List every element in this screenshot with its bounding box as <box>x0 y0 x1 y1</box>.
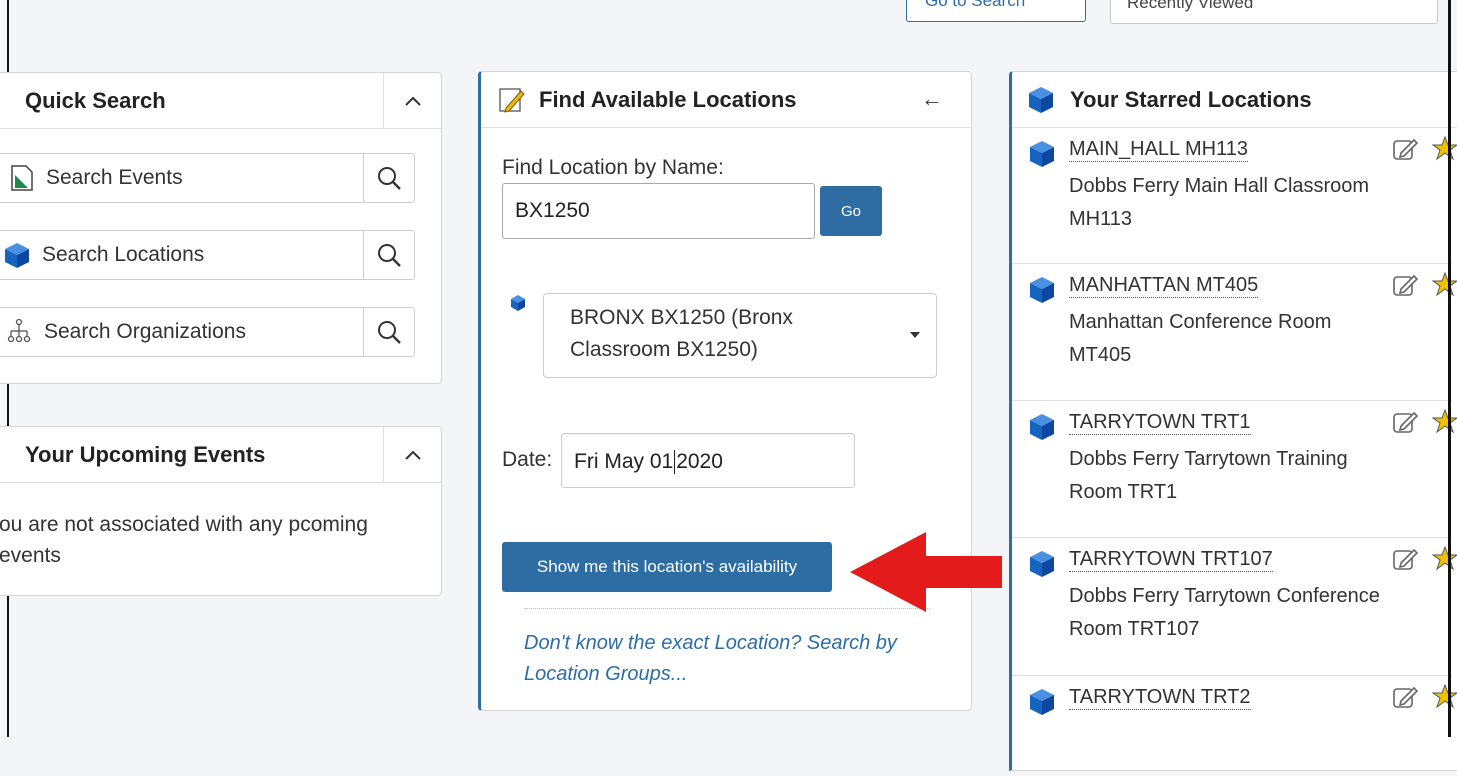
caret-down-icon <box>910 332 920 338</box>
find-locations-header: Find Available Locations ← <box>481 72 971 128</box>
search-locations-button[interactable] <box>363 230 415 280</box>
upcoming-events-title: Your Upcoming Events <box>25 441 266 467</box>
starred-location-item[interactable]: MAIN_HALL MH113 Dobbs Ferry Main Hall Cl… <box>1012 128 1457 264</box>
search-locations-field[interactable]: Search Locations <box>0 230 363 280</box>
starred-location-description: Dobbs Ferry Tarrytown Training Room TRT1 <box>1069 448 1348 503</box>
starred-location-name[interactable]: MAIN_HALL MH113 <box>1069 137 1248 162</box>
starred-locations-header: Your Starred Locations <box>1012 72 1457 128</box>
location-select[interactable]: BRONX BX1250 (Bronx Classroom BX1250) <box>543 293 937 378</box>
starred-location-description: Dobbs Ferry Tarrytown Conference Room TR… <box>1069 585 1380 640</box>
find-locations-panel: Find Available Locations ← Find Location… <box>478 71 972 711</box>
red-arrow-annotation <box>850 532 1002 612</box>
location-name-input[interactable]: BX1250 <box>502 183 815 239</box>
upcoming-events-message: ou are not associated with any pcoming e… <box>0 513 368 567</box>
go-to-search-label: Go to Search <box>925 0 1026 10</box>
search-organizations-field[interactable]: Search Organizations <box>0 307 363 357</box>
search-events-field[interactable]: Search Events <box>0 153 363 203</box>
edit-icon[interactable] <box>1392 546 1418 572</box>
show-availability-button[interactable]: Show me this location's availability <box>502 542 832 592</box>
cube-icon <box>1030 141 1054 167</box>
cube-icon <box>1030 551 1054 577</box>
search-organizations-label: Search Organizations <box>44 320 246 343</box>
starred-location-name[interactable]: TARRYTOWN TRT107 <box>1069 547 1273 572</box>
find-by-name-label: Find Location by Name: <box>502 156 724 179</box>
upcoming-events-header: Your Upcoming Events <box>0 427 441 483</box>
star-icon[interactable] <box>1432 135 1457 161</box>
edit-icon[interactable] <box>1392 684 1418 710</box>
quick-search-panel: Quick Search Search Events Search Locati… <box>0 72 442 384</box>
search-events-row[interactable]: Search Events <box>0 153 419 203</box>
search-icon <box>378 321 401 344</box>
date-input[interactable]: Fri May 01 2020 <box>561 433 855 488</box>
edit-icon[interactable] <box>1392 272 1418 298</box>
search-icon <box>378 244 401 267</box>
starred-location-name[interactable]: TARRYTOWN TRT1 <box>1069 410 1251 435</box>
search-events-label: Search Events <box>46 166 183 189</box>
upcoming-events-panel: Your Upcoming Events ou are not associat… <box>0 426 442 596</box>
star-icon[interactable] <box>1432 683 1457 709</box>
star-icon[interactable] <box>1432 408 1457 434</box>
date-value-part1: Fri May 01 <box>574 450 674 473</box>
go-button[interactable]: Go <box>820 186 882 236</box>
quick-search-title: Quick Search <box>25 87 166 113</box>
date-label: Date: <box>502 448 553 471</box>
edit-icon[interactable] <box>1392 136 1418 162</box>
cube-icon <box>511 295 525 311</box>
starred-location-description: Manhattan Conference Room MT405 <box>1069 311 1332 366</box>
starred-location-item[interactable]: MANHATTAN MT405 Manhattan Conference Roo… <box>1012 264 1457 401</box>
recently-viewed-select[interactable]: Recently Viewed <box>1110 0 1438 24</box>
cube-icon <box>1030 689 1054 715</box>
starred-location-description: Dobbs Ferry Main Hall Classroom MH113 <box>1069 175 1370 230</box>
starred-location-item[interactable]: TARRYTOWN TRT107 Dobbs Ferry Tarrytown C… <box>1012 538 1457 676</box>
recently-viewed-label: Recently Viewed <box>1127 0 1254 12</box>
starred-locations-panel: Your Starred Locations MAIN_HALL MH113 D… <box>1009 71 1457 771</box>
event-icon <box>11 165 33 191</box>
date-value-part2: 2020 <box>676 450 723 473</box>
search-locations-row[interactable]: Search Locations <box>0 230 419 280</box>
chevron-up-icon <box>404 96 421 106</box>
starred-location-name[interactable]: TARRYTOWN TRT2 <box>1069 685 1251 710</box>
search-organizations-button[interactable] <box>363 307 415 357</box>
go-to-search-button[interactable]: Go to Search <box>906 0 1086 22</box>
location-select-line1: BRONX BX1250 (Bronx <box>570 306 793 329</box>
starred-location-item[interactable]: TARRYTOWN TRT2 <box>1012 676 1457 776</box>
cube-icon <box>1030 277 1054 303</box>
organization-icon <box>7 318 31 343</box>
star-icon[interactable] <box>1432 271 1457 297</box>
chevron-up-icon <box>404 450 421 460</box>
pencil-icon <box>499 87 525 113</box>
quick-search-collapse-button[interactable] <box>383 73 441 128</box>
search-organizations-row[interactable]: Search Organizations <box>0 307 419 357</box>
cube-icon <box>5 243 29 268</box>
star-icon[interactable] <box>1432 545 1457 571</box>
location-groups-link[interactable]: Don't know the exact Location? Search by… <box>524 628 924 690</box>
edit-icon[interactable] <box>1392 409 1418 435</box>
cube-icon <box>1030 414 1054 440</box>
quick-search-header: Quick Search <box>0 73 441 129</box>
screenshot-frame-right <box>1448 0 1451 737</box>
starred-location-name[interactable]: MANHATTAN MT405 <box>1069 273 1259 298</box>
cube-icon <box>1029 86 1053 113</box>
search-icon <box>378 167 401 190</box>
search-events-button[interactable] <box>363 153 415 203</box>
upcoming-events-collapse-button[interactable] <box>383 427 441 482</box>
find-locations-title: Find Available Locations <box>539 86 797 112</box>
starred-location-item[interactable]: TARRYTOWN TRT1 Dobbs Ferry Tarrytown Tra… <box>1012 401 1457 538</box>
location-select-line2: Classroom BX1250) <box>570 338 758 361</box>
starred-locations-title: Your Starred Locations <box>1070 86 1312 112</box>
back-arrow-icon[interactable]: ← <box>921 86 943 112</box>
search-locations-label: Search Locations <box>42 243 205 266</box>
